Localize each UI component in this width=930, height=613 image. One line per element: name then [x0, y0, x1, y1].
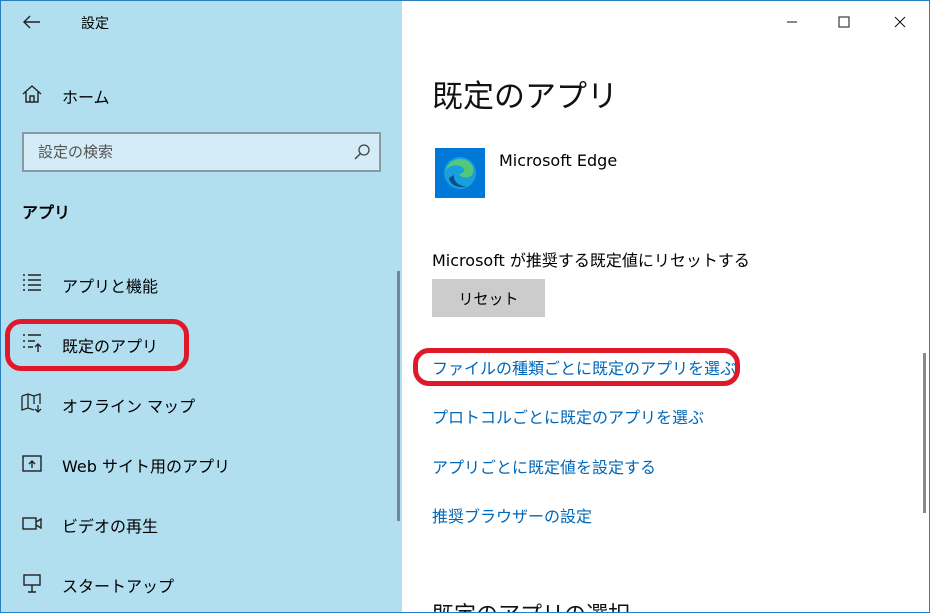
sidebar: 設定 ホーム アプリ アプリと機能	[1, 1, 402, 612]
offline-maps-icon	[21, 393, 42, 413]
subsection-title: 既定のアプリの選択	[432, 597, 630, 612]
default-apps-icon	[23, 334, 42, 352]
sidebar-item-label: ホーム	[62, 88, 110, 107]
back-button[interactable]	[15, 7, 49, 37]
reset-description: Microsoft が推奨する既定値にリセットする	[432, 251, 750, 270]
sidebar-item-startup[interactable]: スタートアップ	[1, 561, 401, 605]
edge-app-tile[interactable]	[435, 148, 485, 198]
sidebar-item-label: 既定のアプリ	[62, 337, 159, 356]
sidebar-item-label: Web サイト用のアプリ	[62, 457, 230, 476]
close-icon	[894, 16, 906, 28]
section-title: アプリ	[22, 203, 71, 222]
close-button[interactable]	[878, 5, 922, 39]
window-title: 設定	[81, 16, 109, 32]
apps-features-icon	[23, 274, 41, 291]
main-scrollbar[interactable]	[923, 353, 926, 513]
reset-button[interactable]: リセット	[432, 279, 545, 317]
link-set-defaults-by-app[interactable]: アプリごとに既定値を設定する	[432, 454, 656, 478]
minimize-button[interactable]	[770, 5, 814, 39]
minimize-icon	[787, 21, 797, 23]
sidebar-item-video-playback[interactable]: ビデオの再生	[1, 501, 401, 545]
sidebar-item-offline-maps[interactable]: オフライン マップ	[1, 381, 401, 425]
browser-name: Microsoft Edge	[499, 151, 618, 170]
sidebar-item-apps-features[interactable]: アプリと機能	[1, 261, 401, 305]
link-choose-by-protocol[interactable]: プロトコルごとに既定のアプリを選ぶ	[432, 404, 704, 428]
edge-icon	[444, 157, 476, 189]
sidebar-item-label: アプリと機能	[62, 277, 159, 296]
sidebar-item-default-apps[interactable]: 既定のアプリ	[1, 321, 401, 365]
startup-icon	[23, 574, 41, 593]
search-box	[22, 132, 381, 172]
search-input[interactable]	[24, 134, 344, 170]
page-title: 既定のアプリ	[432, 79, 618, 115]
settings-window: 設定 ホーム アプリ アプリと機能	[0, 0, 930, 613]
sidebar-item-label: オフライン マップ	[62, 397, 196, 416]
video-playback-icon	[22, 517, 42, 530]
sidebar-item-label: スタートアップ	[62, 577, 175, 596]
link-recommended-browser[interactable]: 推奨ブラウザーの設定	[432, 503, 592, 527]
maximize-button[interactable]	[822, 5, 866, 39]
back-arrow-icon	[23, 15, 40, 29]
maximize-icon	[838, 16, 850, 28]
sidebar-scrollbar[interactable]	[397, 271, 400, 521]
apps-for-websites-icon	[22, 455, 42, 472]
link-choose-by-file-type[interactable]: ファイルの種類ごとに既定のアプリを選ぶ	[432, 355, 736, 379]
home-icon	[22, 85, 42, 103]
sidebar-item-home[interactable]: ホーム	[1, 77, 401, 111]
sidebar-item-apps-for-websites[interactable]: Web サイト用のアプリ	[1, 441, 401, 485]
sidebar-item-label: ビデオの再生	[62, 517, 159, 536]
main-pane: 既定のアプリ Microsoft Edge Microsoft が推奨する既定値…	[402, 1, 929, 612]
search-icon[interactable]	[353, 143, 371, 161]
